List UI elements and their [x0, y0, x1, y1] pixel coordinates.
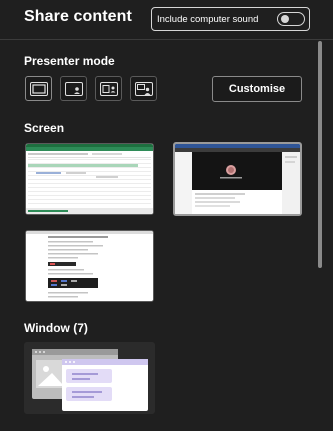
toggle-switch[interactable]	[277, 12, 305, 26]
screen-thumbnail-3[interactable]	[25, 230, 154, 302]
share-content-panel: Share content Include computer sound Pre…	[0, 0, 333, 431]
include-computer-sound-label: Include computer sound	[157, 13, 259, 25]
presenter-mode-label: Presenter mode	[24, 54, 115, 68]
content-only-icon	[30, 82, 48, 96]
reporter-mode-button[interactable]	[130, 76, 157, 101]
screen-section-label: Screen	[24, 121, 65, 135]
meeting-preview	[175, 144, 300, 214]
window-placeholder-card[interactable]	[24, 342, 155, 414]
include-computer-sound-toggle[interactable]: Include computer sound	[151, 7, 310, 31]
window-section-label: Window (7)	[24, 321, 88, 335]
scrollbar-thumb[interactable]	[318, 41, 322, 268]
toggle-knob	[281, 15, 289, 23]
standout-mode-button[interactable]	[60, 76, 87, 101]
side-by-side-mode-button[interactable]	[95, 76, 122, 101]
reporter-icon	[135, 82, 153, 96]
side-by-side-icon	[100, 82, 118, 96]
share-content-title: Share content	[24, 8, 132, 25]
screen-thumbnail-1[interactable]	[25, 143, 154, 215]
window-placeholder-icon	[32, 349, 148, 411]
content-only-mode-button[interactable]	[25, 76, 52, 101]
spreadsheet-preview	[26, 144, 153, 214]
header-divider	[0, 39, 333, 40]
screen-thumbnail-2[interactable]	[173, 142, 302, 216]
customise-button[interactable]: Customise	[212, 76, 302, 102]
document-preview	[26, 231, 153, 301]
standout-icon	[65, 82, 83, 96]
